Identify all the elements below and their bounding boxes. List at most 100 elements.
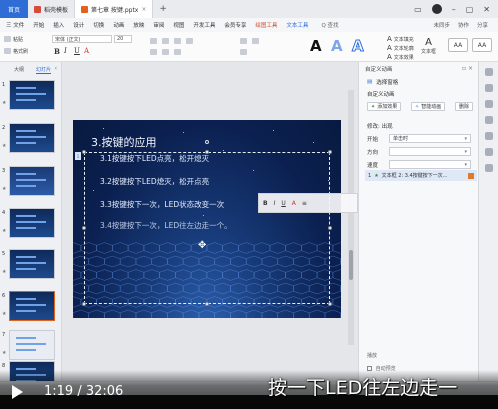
collab-button[interactable]: 协作	[458, 21, 469, 29]
play-icon[interactable]	[12, 385, 23, 399]
slide-thumbnail[interactable]	[9, 208, 55, 238]
sync-status[interactable]: 未同步	[433, 21, 450, 29]
settings-icon[interactable]	[485, 164, 493, 172]
menu-transition[interactable]: 切换	[93, 21, 104, 29]
slide-thumbnail[interactable]	[9, 166, 55, 196]
search-button[interactable]: Q 查找	[321, 21, 338, 29]
avatar[interactable]	[431, 4, 442, 14]
menu-insert[interactable]: 插入	[53, 21, 64, 29]
font-name-select[interactable]: 宋体 (正文)	[52, 35, 112, 43]
resize-handle-tr[interactable]	[328, 150, 332, 154]
menu-review[interactable]: 审阅	[153, 21, 164, 29]
numbering-icon[interactable]	[162, 49, 169, 55]
home-tab[interactable]: 首页	[0, 0, 28, 18]
share-button[interactable]: 分享	[477, 21, 488, 29]
rotate-handle[interactable]	[205, 140, 209, 144]
panel-collapse-icon[interactable]: ‹	[55, 65, 57, 72]
align-right-icon[interactable]	[174, 38, 181, 44]
layout-icon[interactable]: ▭	[414, 5, 422, 14]
close-tab-icon[interactable]: ×	[141, 6, 146, 13]
menu-drawing-tools[interactable]: 绘图工具	[255, 21, 277, 29]
menu-text-tools[interactable]: 文本工具	[286, 21, 308, 29]
slide-thumbnail[interactable]	[9, 291, 55, 321]
textbox-selection[interactable]	[84, 152, 330, 304]
float-align-button[interactable]: ≡	[302, 200, 307, 207]
replay-button[interactable]: 播放	[367, 352, 377, 359]
slide-thumbnail[interactable]	[9, 330, 55, 360]
justify-icon[interactable]	[186, 38, 193, 44]
menu-design[interactable]: 设计	[73, 21, 84, 29]
vertical-scrollbar[interactable]	[348, 90, 354, 345]
text-outline-button[interactable]: A 文本轮廓	[387, 44, 414, 52]
aa-style-button[interactable]: AA	[448, 38, 468, 52]
resize-handle-l[interactable]	[82, 226, 86, 230]
convert-smartart-icon[interactable]	[240, 49, 247, 55]
text-style-blue-light[interactable]: A	[331, 37, 343, 55]
text-direction-icon[interactable]	[240, 38, 247, 44]
float-color-button[interactable]: A	[292, 200, 296, 207]
slide-title[interactable]: 3.按键的应用	[91, 134, 157, 150]
restore-icon[interactable]: ▢	[466, 5, 474, 14]
resize-handle-b[interactable]	[205, 302, 209, 306]
select-icon[interactable]	[485, 84, 493, 92]
transition-icon[interactable]	[485, 148, 493, 156]
animation-list-item[interactable]: 1 ★ 文本框 2: 3.4按键按下一次...	[365, 170, 477, 181]
menu-file[interactable]: 三 文件	[6, 21, 24, 29]
indent-icon[interactable]	[174, 49, 181, 55]
menu-view[interactable]: 视图	[173, 21, 184, 29]
animation-order-marker[interactable]: 1	[75, 152, 81, 160]
text-fill-button[interactable]: A 文本填充	[387, 35, 414, 43]
property-select[interactable]: ▾	[389, 147, 471, 156]
add-effect-button[interactable]: ✦ 添加效果	[367, 102, 402, 111]
slide-thumbnail[interactable]	[9, 123, 55, 153]
tab-ppt-file[interactable]: 第七章 按键.pptx ×	[75, 0, 154, 18]
resize-handle-br[interactable]	[328, 302, 332, 306]
bullets-icon[interactable]	[150, 49, 157, 55]
menu-animation[interactable]: 动画	[113, 21, 124, 29]
menu-member[interactable]: 会员专享	[224, 21, 246, 29]
collapse-icon[interactable]	[485, 68, 493, 76]
menu-developer[interactable]: 开发工具	[193, 21, 215, 29]
aa-style-button-2[interactable]: AA	[472, 38, 492, 52]
menu-slideshow[interactable]: 放映	[133, 21, 144, 29]
tab-docer[interactable]: 稻壳模板	[28, 0, 76, 18]
shape-icon[interactable]	[485, 116, 493, 124]
minimize-icon[interactable]: –	[452, 5, 456, 14]
pane-close-icon[interactable]: ▫ ×	[462, 65, 473, 72]
tab-slides[interactable]: 幻灯片	[36, 66, 52, 74]
slide-thumbnail[interactable]	[9, 249, 55, 279]
speed-select[interactable]: ▾	[389, 160, 471, 169]
dropdown-flag-icon[interactable]	[468, 172, 474, 179]
float-underline-button[interactable]: U	[281, 200, 285, 207]
paste-button[interactable]: 粘贴	[4, 35, 23, 43]
format-painter-button[interactable]: 格式刷	[4, 47, 28, 55]
close-icon[interactable]: ✕	[483, 5, 490, 14]
tab-outline[interactable]: 大纲	[14, 66, 24, 74]
select-pane-link[interactable]: ▤ 选择窗格	[367, 78, 398, 86]
slide-thumbnail[interactable]	[9, 80, 55, 110]
text-style-outline[interactable]: A	[352, 37, 365, 56]
font-size-select[interactable]: 20	[114, 35, 132, 43]
start-select[interactable]: 单击时 ▾	[389, 134, 471, 143]
delete-button[interactable]: 删除	[455, 102, 474, 111]
property-icon[interactable]	[485, 132, 493, 140]
resize-handle-bl[interactable]	[82, 302, 86, 306]
align-left-icon[interactable]	[150, 38, 157, 44]
textbox-button[interactable]: A 文本框	[421, 37, 436, 55]
align-center-icon[interactable]	[162, 38, 169, 44]
new-tab-button[interactable]: +	[153, 4, 173, 14]
italic-button[interactable]: I	[64, 47, 67, 55]
animation-icon[interactable]	[485, 100, 493, 108]
text-effect-button[interactable]: A 文本效果	[387, 53, 414, 61]
menu-home[interactable]: 开始	[33, 21, 44, 29]
float-bold-button[interactable]: B	[263, 200, 268, 207]
font-color-button[interactable]: A	[84, 47, 89, 55]
float-italic-button[interactable]: I	[274, 200, 276, 207]
scrollbar-thumb[interactable]	[349, 250, 353, 280]
text-style-black[interactable]: A	[310, 37, 322, 55]
resize-handle-t[interactable]	[205, 150, 209, 154]
bold-button[interactable]: B	[54, 47, 60, 56]
resize-handle-tl[interactable]	[82, 150, 86, 154]
align-text-icon[interactable]	[252, 38, 259, 44]
smart-animation-button[interactable]: ✧ 智能动画	[411, 102, 446, 111]
